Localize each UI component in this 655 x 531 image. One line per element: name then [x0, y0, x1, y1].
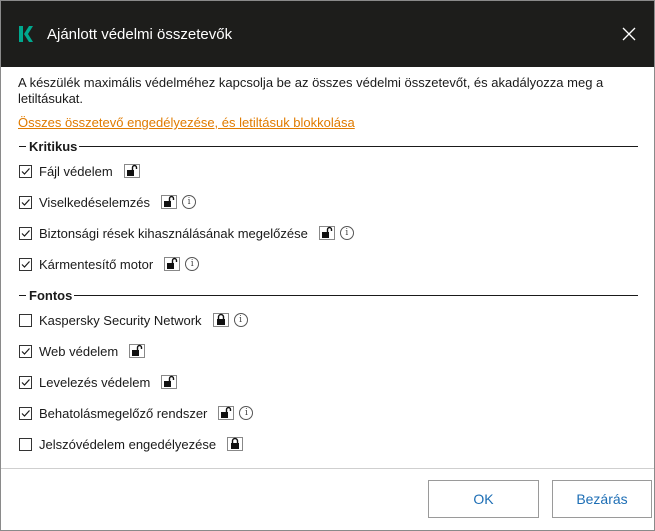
dialog-window: Ajánlott védelmi összetevők A készülék m… [0, 0, 655, 531]
component-item[interactable]: Levelezés védelem [18, 371, 638, 393]
locked-lock-icon[interactable] [226, 435, 244, 453]
unlocked-lock-icon[interactable] [217, 404, 235, 422]
info-icon[interactable]: i [339, 226, 354, 240]
unlocked-lock-icon[interactable] [163, 255, 181, 273]
component-checkbox[interactable] [19, 226, 32, 240]
group-title: Kritikus [29, 138, 78, 154]
component-checkbox[interactable] [19, 257, 32, 271]
component-checkbox[interactable] [19, 406, 32, 420]
info-icon[interactable]: i [185, 257, 200, 271]
component-label: Behatolásmegelőző rendszer [39, 405, 208, 421]
component-item[interactable]: Viselkedéselemzés i [18, 191, 638, 213]
description-text: A készülék maximális védelméhez kapcsolj… [18, 75, 604, 106]
component-checkbox[interactable] [19, 195, 32, 209]
window-title: Ajánlott védelmi összetevők [47, 25, 233, 43]
component-item[interactable]: Fájl védelem [18, 160, 638, 182]
component-label: Levelezés védelem [39, 374, 151, 390]
component-label: Kaspersky Security Network [39, 312, 202, 328]
component-label: Web védelem [39, 343, 119, 359]
title-bar: Ajánlott védelmi összetevők [1, 1, 654, 67]
enable-all-link[interactable]: Összes összetevő engedélyezése, és letil… [18, 115, 355, 130]
component-checkbox[interactable] [19, 164, 32, 178]
close-icon[interactable] [604, 1, 654, 67]
component-checkbox[interactable] [19, 313, 32, 327]
unlocked-lock-icon[interactable] [128, 342, 146, 360]
component-item[interactable]: Kármentesítő motor i [18, 253, 638, 275]
unlocked-lock-icon[interactable] [318, 224, 336, 242]
group-header: Kritikus [18, 138, 638, 154]
info-icon[interactable]: i [233, 313, 248, 327]
group-dash [19, 145, 26, 147]
dialog-footer: OK Bezárás [1, 468, 654, 530]
locked-lock-icon[interactable] [212, 311, 230, 329]
info-icon[interactable]: i [182, 195, 197, 209]
component-label: Jelszóvédelem engedélyezése [39, 436, 217, 452]
close-button[interactable]: Bezárás [552, 480, 652, 518]
group-divider [74, 294, 638, 296]
ok-button[interactable]: OK [428, 480, 539, 518]
component-checkbox[interactable] [19, 375, 32, 389]
component-checkbox[interactable] [19, 437, 32, 451]
group-dash [19, 294, 26, 296]
unlocked-lock-icon[interactable] [160, 373, 178, 391]
unlocked-lock-icon[interactable] [123, 162, 141, 180]
component-item[interactable]: Behatolásmegelőző rendszer i [18, 402, 638, 424]
dialog-content: A készülék maximális védelméhez kapcsolj… [1, 67, 654, 455]
group-title: Fontos [29, 287, 73, 303]
component-label: Fájl védelem [39, 163, 113, 179]
component-item[interactable]: Jelszóvédelem engedélyezése [18, 433, 638, 455]
component-label: Biztonsági rések kihasználásának megelőz… [39, 225, 308, 241]
group-divider [79, 145, 638, 147]
component-groups: Kritikus Fájl védelem Viselkedéselemzés i Bi… [18, 138, 638, 455]
component-label: Viselkedéselemzés [39, 194, 151, 210]
kaspersky-logo-icon [9, 25, 41, 43]
component-checkbox[interactable] [19, 344, 32, 358]
component-item[interactable]: Kaspersky Security Network i [18, 309, 638, 331]
component-item[interactable]: Web védelem [18, 340, 638, 362]
unlocked-lock-icon[interactable] [160, 193, 178, 211]
info-icon[interactable]: i [239, 406, 254, 420]
component-item[interactable]: Biztonsági rések kihasználásának megelőz… [18, 222, 638, 244]
group-header: Fontos [18, 287, 638, 303]
component-label: Kármentesítő motor [39, 256, 154, 272]
